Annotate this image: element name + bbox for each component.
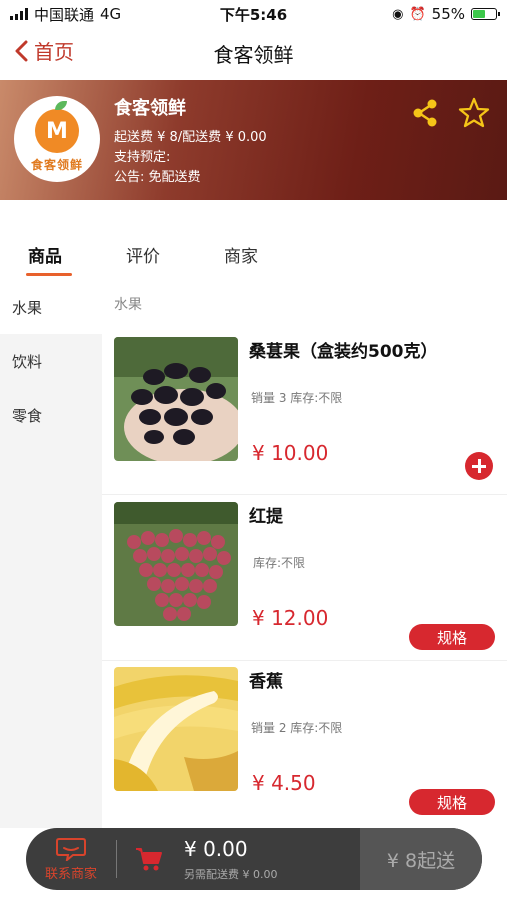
nav-bar: 首页 食客领鲜 xyxy=(0,28,507,76)
tab-underline xyxy=(26,273,72,276)
product-name: 桑葚果（盒装约500克） xyxy=(249,342,438,362)
product-item[interactable]: 桑葚果（盒装约500克） 销量 3 库存:不限 ¥ 10.00 xyxy=(102,337,507,502)
chat-icon xyxy=(56,837,86,861)
divider xyxy=(102,494,507,495)
product-name: 香蕉 xyxy=(249,672,283,692)
tab-merchant[interactable]: 商家 xyxy=(224,242,258,267)
cart-delivery-fee: 另需配送费 ¥ 0.00 xyxy=(184,868,278,881)
spec-button[interactable]: 规格 xyxy=(409,624,495,650)
shop-reservation: 支持预定: xyxy=(114,150,171,165)
battery-percent: 55% xyxy=(431,5,465,23)
shop-notice: 公告: 免配送费 xyxy=(114,170,201,185)
product-meta: 库存:不限 xyxy=(253,556,306,570)
category-sidebar: 水果 饮料 零食 xyxy=(0,280,102,828)
product-item[interactable]: 香蕉 销量 2 库存:不限 ¥ 4.50 规格 xyxy=(102,667,507,832)
tab-bar: 商品 评价 商家 xyxy=(0,232,507,280)
product-image xyxy=(114,667,238,791)
shopping-cart-icon xyxy=(136,848,162,871)
cart-bar: 联系商家 ¥ 0.00 另需配送费 ¥ 0.00 ¥ 8起送 xyxy=(26,828,482,890)
orientation-lock-icon: ◉ xyxy=(392,6,404,22)
category-snacks[interactable]: 零食 xyxy=(0,388,102,442)
product-price: ¥ 12.00 xyxy=(252,606,329,630)
alarm-icon: ⏰ xyxy=(409,6,426,22)
checkout-button[interactable]: ¥ 8起送 xyxy=(360,828,482,890)
product-meta: 销量 2 库存:不限 xyxy=(251,721,343,735)
tab-products[interactable]: 商品 xyxy=(28,242,62,267)
battery-icon xyxy=(471,8,500,20)
product-meta: 销量 3 库存:不限 xyxy=(251,391,343,405)
shop-logo: M 食客领鲜 xyxy=(14,96,100,182)
favorite-button[interactable] xyxy=(458,97,490,129)
cart-total: ¥ 0.00 xyxy=(184,837,248,861)
divider xyxy=(102,660,507,661)
section-title: 水果 xyxy=(114,297,142,313)
product-image xyxy=(114,502,238,626)
status-bar: 中国联通 4G 下午5:46 ◉ ⏰ 55% xyxy=(0,0,507,28)
share-button[interactable] xyxy=(410,98,440,128)
product-item[interactable]: 红提 库存:不限 ¥ 12.00 规格 xyxy=(102,502,507,667)
shop-name: 食客领鲜 xyxy=(114,98,186,119)
page-title: 食客领鲜 xyxy=(213,43,294,67)
spec-button[interactable]: 规格 xyxy=(409,789,495,815)
contact-merchant-label: 联系商家 xyxy=(44,866,97,882)
product-price: ¥ 10.00 xyxy=(252,441,329,465)
product-price: ¥ 4.50 xyxy=(252,771,316,795)
share-icon xyxy=(413,99,437,127)
logo-text: 食客领鲜 xyxy=(30,158,83,172)
category-fruit[interactable]: 水果 xyxy=(0,280,102,334)
shop-header: M 食客领鲜 食客领鲜 起送费 ¥ 8/配送费 ¥ 0.00 支持预定: 公告:… xyxy=(0,80,507,200)
star-icon xyxy=(458,97,490,128)
category-drinks[interactable]: 饮料 xyxy=(0,334,102,388)
tab-reviews[interactable]: 评价 xyxy=(126,242,160,267)
cart-separator xyxy=(116,840,117,878)
shop-fees: 起送费 ¥ 8/配送费 ¥ 0.00 xyxy=(114,130,267,145)
product-image xyxy=(114,337,238,461)
shopping-cart-button[interactable] xyxy=(134,844,164,874)
add-to-cart-button[interactable] xyxy=(465,452,493,480)
contact-merchant-button[interactable]: 联系商家 xyxy=(26,828,116,890)
product-name: 红提 xyxy=(249,507,283,527)
logo-mark: M xyxy=(35,101,79,153)
